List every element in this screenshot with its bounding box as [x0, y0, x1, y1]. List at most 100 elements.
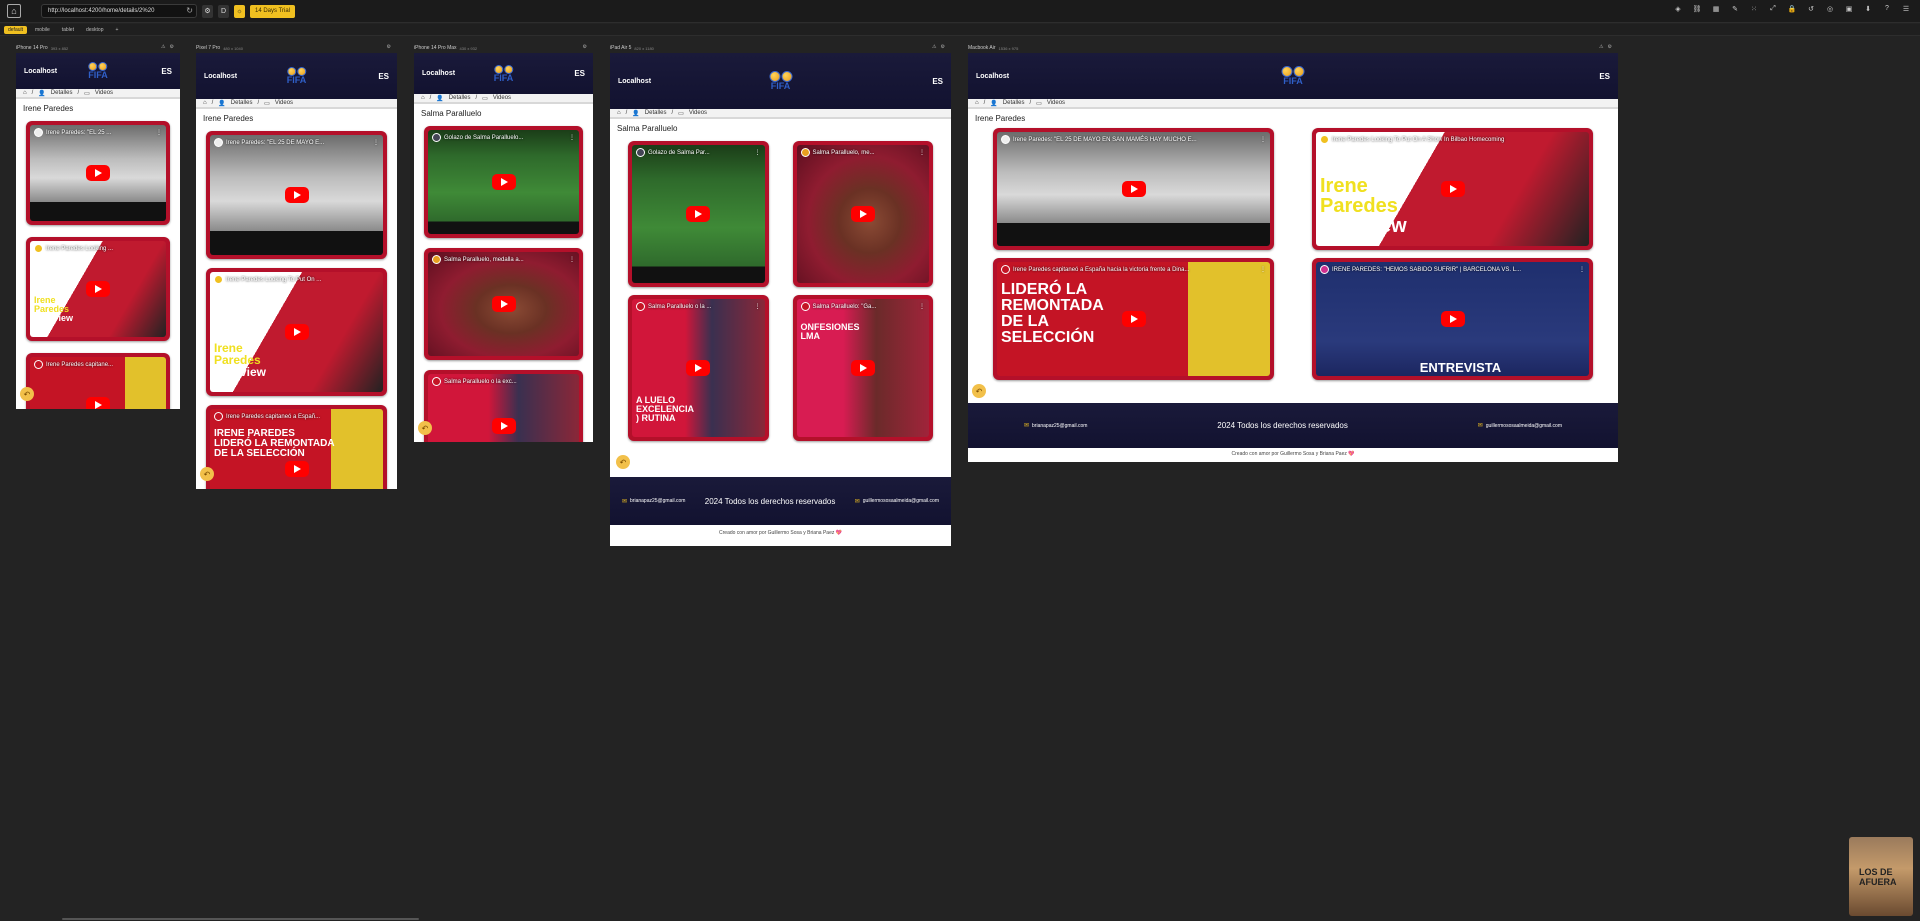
breadcrumb-detalles[interactable]: Detalles — [449, 95, 471, 101]
play-icon[interactable] — [491, 174, 516, 190]
brand-link[interactable]: Localhost — [976, 73, 1009, 80]
video-card[interactable]: Irene Paredes capitane... — [26, 353, 170, 409]
video-card[interactable]: Irene Paredes: "EL 25 DE MAYO EN SAN MAM… — [993, 128, 1274, 250]
play-icon[interactable] — [86, 397, 110, 409]
video-card[interactable]: IRENE PAREDES: "HEMOS SABIDO SUFRIR" | B… — [1312, 258, 1593, 380]
back-icon[interactable]: ↶ — [200, 467, 214, 481]
video-card[interactable]: Salma Paralluelo o la exc... — [424, 370, 583, 442]
device-icons[interactable]: ⚠⚙ — [932, 44, 949, 50]
lang-toggle[interactable]: ES — [378, 72, 389, 81]
brand-link[interactable]: Localhost — [618, 78, 651, 85]
add-tab-button[interactable]: + — [112, 26, 123, 34]
trial-badge[interactable]: 14 Days Trial — [250, 4, 296, 18]
breadcrumb-videos[interactable]: Videos — [95, 90, 113, 96]
more-icon[interactable]: ⋮ — [1579, 266, 1585, 273]
play-icon[interactable] — [491, 296, 516, 312]
footer-email-left[interactable]: ✉ brianapaz25@gmail.com — [1024, 422, 1087, 430]
brand-link[interactable]: Localhost — [422, 70, 455, 77]
more-icon[interactable]: ⋮ — [755, 149, 761, 156]
lang-toggle[interactable]: ES — [574, 69, 585, 78]
url-input[interactable]: http://localhost:4200/home/details/2%20 … — [41, 4, 197, 18]
device-icons[interactable]: ⚙ — [583, 44, 591, 50]
play-icon[interactable] — [1440, 311, 1465, 327]
video-card[interactable]: Salma Paralluelo o la ... ⋮ A LUELO EXCEL… — [628, 295, 769, 441]
horizontal-scrollbar[interactable] — [62, 918, 419, 920]
more-icon[interactable]: ⋮ — [156, 129, 162, 136]
tab-tablet[interactable]: tablet — [58, 26, 78, 34]
lang-toggle[interactable]: ES — [1599, 72, 1610, 81]
breadcrumb-detalles[interactable]: Detalles — [1003, 100, 1025, 106]
pen-icon[interactable]: ✎ — [1729, 5, 1741, 13]
breadcrumb-videos[interactable]: Videos — [493, 95, 511, 101]
more-icon[interactable]: ⋮ — [1260, 136, 1266, 143]
tab-desktop[interactable]: desktop — [82, 26, 108, 34]
layers-icon[interactable]: ◈ — [1672, 5, 1684, 13]
home-icon[interactable]: ⌂ — [23, 90, 27, 96]
play-icon[interactable] — [686, 206, 711, 222]
menu-icon[interactable]: ☰ — [1900, 5, 1912, 13]
lang-toggle[interactable]: ES — [932, 77, 943, 86]
brand-link[interactable]: Localhost — [204, 73, 237, 80]
video-card[interactable]: Salma Paralluelo, medalla a... ⋮ — [424, 248, 583, 360]
video-card[interactable]: Irene Paredes: "EL 25 ... ⋮ — [26, 121, 170, 225]
home-icon[interactable]: ⌂ — [975, 100, 979, 106]
back-icon[interactable]: ↶ — [20, 387, 34, 401]
help-icon[interactable]: ? — [1881, 5, 1893, 13]
grid-icon[interactable]: ▦ — [1710, 5, 1722, 13]
back-icon[interactable]: ↶ — [972, 384, 986, 398]
back-icon[interactable]: ↶ — [616, 455, 630, 469]
more-icon[interactable]: ⋮ — [569, 256, 575, 263]
lock-icon[interactable]: 🔒 — [1786, 5, 1798, 13]
video-card[interactable]: Irene Paredes Looking To Put On A Show I… — [1312, 128, 1593, 250]
expand-icon[interactable]: ⤢ — [1767, 5, 1779, 13]
more-icon[interactable]: ⋮ — [755, 303, 761, 310]
link-icon[interactable]: ⛓ — [1691, 5, 1703, 13]
back-icon[interactable]: ↶ — [418, 421, 432, 435]
reload-icon[interactable]: ↻ — [186, 6, 193, 15]
floating-thumbnail[interactable]: LOS DE AFUERA — [1849, 837, 1913, 916]
more-icon[interactable]: ⋮ — [569, 134, 575, 141]
play-icon[interactable] — [284, 461, 309, 477]
tab-mobile[interactable]: mobile — [31, 26, 54, 34]
video-card[interactable]: Salma Paralluelo, me... ⋮ — [792, 141, 933, 287]
tab-default[interactable]: default — [4, 25, 28, 34]
video-card[interactable]: Irene Paredes capitaneó a Españ... IRENE… — [206, 405, 387, 489]
camera-icon[interactable]: ◎ — [1824, 5, 1836, 13]
play-icon[interactable] — [1121, 311, 1146, 327]
breadcrumb-detalles[interactable]: Detalles — [645, 110, 667, 116]
settings-icon[interactable]: ⚙ — [202, 4, 213, 18]
play-icon[interactable] — [284, 324, 309, 340]
home-icon[interactable]: ⌂ — [617, 110, 621, 116]
refresh-icon[interactable]: ↺ — [1805, 5, 1817, 13]
video-card[interactable]: Salma Paralluelo: "Ga... ⋮ ONFESIONES LMA — [792, 295, 933, 441]
device-icons[interactable]: ⚠⚙ — [161, 44, 178, 50]
more-icon[interactable]: ⋮ — [919, 149, 925, 156]
video-card[interactable]: Irene Paredes capitaneó a España hacia l… — [993, 258, 1274, 380]
video-card[interactable]: Irene Paredes Looking ... Irene Paredes In… — [26, 237, 170, 341]
play-icon[interactable] — [1440, 181, 1465, 197]
video-card[interactable]: Golazo de Salma Par... ⋮ — [628, 141, 769, 287]
dark-mode-icon[interactable]: D — [218, 4, 229, 18]
breadcrumb-videos[interactable]: Videos — [275, 100, 293, 106]
breadcrumb-videos[interactable]: Videos — [1047, 100, 1065, 106]
app-logo-icon[interactable]: ⌂ — [7, 4, 21, 18]
play-icon[interactable] — [850, 206, 875, 222]
download-icon[interactable]: ⬇ — [1862, 5, 1874, 13]
apps-icon[interactable]: ⁙ — [1748, 5, 1760, 13]
breadcrumb-videos[interactable]: Videos — [689, 110, 707, 116]
brand-link[interactable]: Localhost — [24, 68, 57, 75]
home-icon[interactable]: ⌂ — [421, 95, 425, 101]
play-icon[interactable] — [86, 165, 110, 181]
video-card[interactable]: Golazo de Salma Paralluelo... ⋮ — [424, 126, 583, 238]
footer-email-right[interactable]: ✉ guillermososaalmeida@gmail.com — [1478, 422, 1562, 430]
home-icon[interactable]: ⌂ — [203, 100, 207, 106]
play-icon[interactable] — [86, 281, 110, 297]
footer-email-left[interactable]: ✉ brianapaz25@gmail.com — [622, 498, 685, 505]
lang-toggle[interactable]: ES — [161, 67, 172, 76]
play-icon[interactable] — [491, 418, 516, 434]
device-icons[interactable]: ⚙ — [387, 44, 395, 50]
breadcrumb-detalles[interactable]: Detalles — [51, 90, 73, 96]
sun-icon[interactable]: ☼ — [234, 4, 245, 18]
more-icon[interactable]: ⋮ — [1260, 266, 1266, 273]
play-icon[interactable] — [284, 187, 309, 203]
